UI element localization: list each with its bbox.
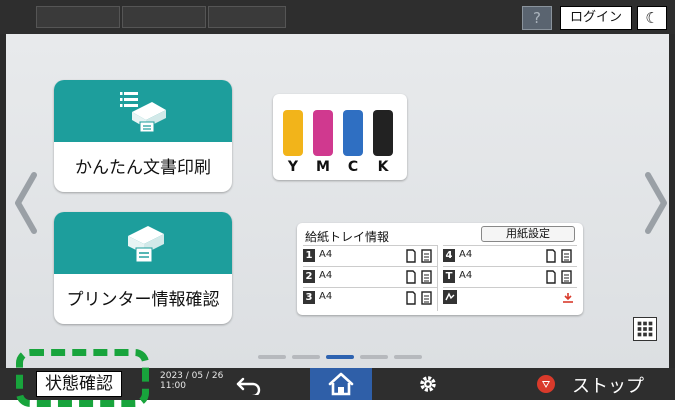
toner-level-widget[interactable]: Y M C K: [273, 94, 407, 180]
page-indicator-dot-active[interactable]: [326, 355, 354, 359]
toner-yellow: [283, 110, 303, 156]
page-indicator-dot[interactable]: [292, 355, 320, 359]
back-arrow-icon[interactable]: [235, 373, 265, 395]
paper-orientation-icon: [406, 291, 432, 305]
divider: [437, 245, 438, 311]
previous-page-arrow-icon[interactable]: [12, 171, 38, 235]
toner-cyan: [343, 110, 363, 156]
paper-orientation-icon: [406, 249, 432, 263]
home-screen: かんたん文書印刷 プリンター情報確認 Y M C K 給紙トレイ情報 用紙設定 …: [6, 34, 669, 368]
tray-paper-size: A4: [319, 291, 333, 302]
app-tile-easy-document-print[interactable]: かんたん文書印刷: [54, 80, 232, 192]
tray-number-badge: 2: [303, 270, 315, 283]
paper-orientation-icon: [546, 249, 572, 263]
notification-slot: [122, 6, 206, 28]
date-time: 2023 / 05 / 26 11:00: [160, 371, 223, 391]
tray-number-badge: 3: [303, 291, 315, 304]
page-indicator-dot[interactable]: [394, 355, 422, 359]
stop-button[interactable]: ストップ: [530, 368, 675, 400]
settings-gear-icon[interactable]: [413, 372, 443, 396]
tray-info-title: 給紙トレイ情報: [305, 230, 390, 244]
document-printer-icon: [120, 92, 166, 133]
home-icon: [328, 372, 354, 396]
stop-icon: [537, 375, 555, 393]
toner-black: [373, 110, 393, 156]
home-button[interactable]: [310, 368, 372, 400]
tray-paper-size: A4: [319, 270, 333, 281]
tray-row: T A4: [443, 266, 577, 286]
paper-settings-button[interactable]: 用紙設定: [481, 226, 575, 242]
tray-number-badge: T: [443, 270, 455, 283]
paper-orientation-icon: [546, 270, 572, 284]
help-button[interactable]: ?: [522, 6, 552, 30]
paper-tray-info-widget[interactable]: 給紙トレイ情報 用紙設定 1 A4 2 A4 3 A4 4 A4 T A4: [297, 223, 583, 315]
tray-number-badge: 4: [443, 249, 455, 262]
login-button[interactable]: ログイン: [560, 6, 632, 30]
tray-row: [443, 287, 577, 307]
tray-row: 2 A4: [303, 266, 437, 286]
tray-row: 1 A4: [303, 245, 437, 265]
time-text: 11:00: [160, 381, 186, 391]
app-tile-label: かんたん文書印刷: [75, 158, 211, 178]
date-text: 2023 / 05 / 26: [160, 371, 224, 381]
toner-label: C: [347, 159, 359, 175]
notification-slot: [208, 6, 286, 28]
toner-magenta: [313, 110, 333, 156]
toner-label: Y: [287, 159, 299, 175]
paper-empty-icon: [563, 293, 573, 303]
printer-info-icon: [128, 226, 164, 263]
paper-orientation-icon: [406, 270, 432, 284]
page-indicator-dot[interactable]: [360, 355, 388, 359]
app-tile-printer-info[interactable]: プリンター情報確認: [54, 212, 232, 324]
tray-row: 3 A4: [303, 287, 437, 307]
bypass-tray-icon: [443, 290, 457, 304]
toner-label: K: [377, 159, 389, 175]
tray-row: 4 A4: [443, 245, 577, 265]
tray-paper-size: A4: [319, 249, 333, 260]
next-page-arrow-icon[interactable]: [644, 171, 670, 235]
energy-saver-button[interactable]: ☾: [637, 6, 667, 30]
app-list-grid-icon[interactable]: [633, 317, 657, 341]
status-button-highlight: [16, 349, 149, 407]
tray-paper-size: A4: [459, 270, 473, 281]
stop-label: ストップ: [572, 376, 644, 397]
top-bar: ? ログイン ☾: [0, 0, 675, 34]
tray-paper-size: A4: [459, 249, 473, 260]
notification-slot: [36, 6, 120, 28]
app-tile-label: プリンター情報確認: [66, 290, 220, 310]
page-indicator-dot[interactable]: [258, 355, 286, 359]
toner-label: M: [316, 159, 330, 175]
tray-number-badge: 1: [303, 249, 315, 262]
